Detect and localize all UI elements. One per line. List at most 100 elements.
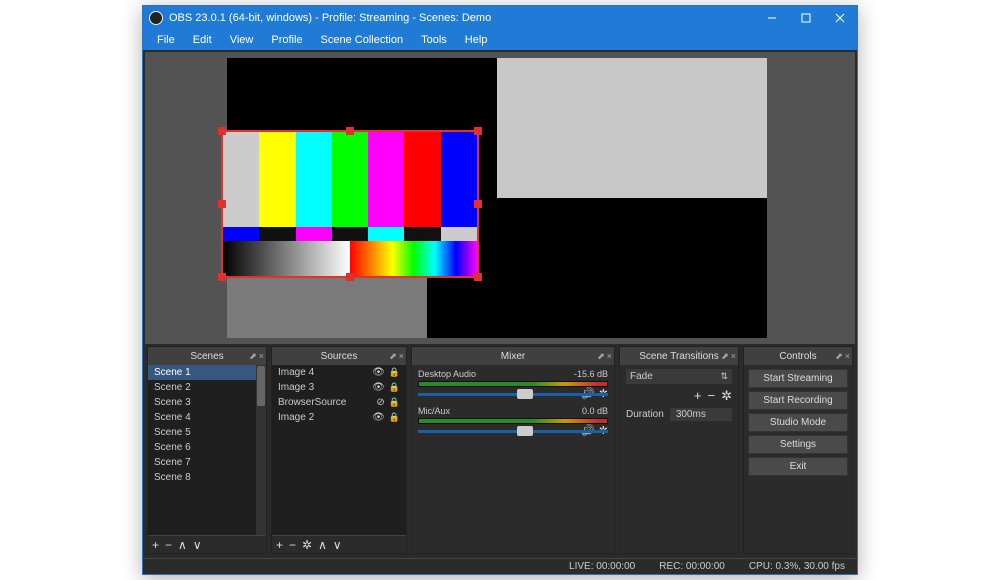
undock-icon[interactable]: ⬈ bbox=[249, 351, 257, 362]
resize-handle-icon[interactable] bbox=[474, 200, 482, 208]
menu-help[interactable]: Help bbox=[457, 32, 496, 48]
resize-handle-icon[interactable] bbox=[218, 127, 226, 135]
remove-source-button[interactable]: − bbox=[289, 538, 296, 552]
menu-view[interactable]: View bbox=[222, 32, 262, 48]
scene-item[interactable]: Scene 1 bbox=[148, 365, 256, 380]
mixer-channel: Mic/Aux0.0 dB🔊✲ bbox=[418, 406, 608, 437]
close-icon[interactable]: × bbox=[845, 351, 850, 362]
slider-knob[interactable] bbox=[517, 389, 533, 399]
scenes-panel: Scenes⬈× Scene 1Scene 2Scene 3Scene 4Sce… bbox=[147, 346, 267, 554]
undock-icon[interactable]: ⬈ bbox=[835, 351, 843, 362]
sources-panel: Sources⬈× Image 4👁🔒Image 3👁🔒BrowserSourc… bbox=[271, 346, 407, 554]
eye-icon[interactable]: 👁 bbox=[372, 412, 385, 423]
menu-file[interactable]: File bbox=[149, 32, 183, 48]
start-recording-button[interactable]: Start Recording bbox=[748, 391, 848, 410]
source-item[interactable]: Image 2 👁 🔒 bbox=[272, 410, 406, 425]
source-properties-button[interactable]: ✲ bbox=[302, 538, 312, 552]
scene-item[interactable]: Scene 6 bbox=[148, 440, 256, 455]
scene-item[interactable]: Scene 8 bbox=[148, 470, 256, 485]
lock-icon[interactable]: 🔒 bbox=[389, 412, 400, 423]
remove-scene-button[interactable]: − bbox=[165, 538, 172, 552]
sources-header: Sources⬈× bbox=[272, 347, 406, 365]
source-item[interactable]: Image 3 👁 🔒 bbox=[272, 380, 406, 395]
close-icon[interactable]: × bbox=[731, 351, 736, 362]
close-icon[interactable]: × bbox=[399, 351, 404, 362]
move-down-button[interactable]: ∨ bbox=[193, 538, 202, 552]
minimize-button[interactable] bbox=[755, 6, 789, 30]
resize-handle-icon[interactable] bbox=[474, 273, 482, 281]
undock-icon[interactable]: ⬈ bbox=[597, 351, 605, 362]
menu-profile[interactable]: Profile bbox=[263, 32, 310, 48]
scenes-header: Scenes⬈× bbox=[148, 347, 266, 365]
menu-edit[interactable]: Edit bbox=[185, 32, 220, 48]
mixer-header: Mixer⬈× bbox=[412, 347, 614, 365]
hidden-icon[interactable]: ⊘ bbox=[376, 397, 384, 408]
dock-panels: Scenes⬈× Scene 1Scene 2Scene 3Scene 4Sce… bbox=[145, 344, 855, 556]
lock-icon[interactable]: 🔒 bbox=[389, 367, 400, 378]
close-icon[interactable]: × bbox=[607, 351, 612, 362]
eye-icon[interactable]: 👁 bbox=[372, 382, 385, 393]
source-item[interactable]: BrowserSource⊘🔒 bbox=[272, 395, 406, 410]
move-up-button[interactable]: ∧ bbox=[178, 538, 187, 552]
scene-item[interactable]: Scene 4 bbox=[148, 410, 256, 425]
exit-button[interactable]: Exit bbox=[748, 457, 848, 476]
scene-item[interactable]: Scene 2 bbox=[148, 380, 256, 395]
duration-field[interactable]: 300ms bbox=[670, 408, 732, 421]
channel-name: Mic/Aux bbox=[418, 406, 450, 416]
obs-logo-icon bbox=[149, 11, 163, 25]
undock-icon[interactable]: ⬈ bbox=[721, 351, 729, 362]
maximize-button[interactable] bbox=[789, 6, 823, 30]
sources-list[interactable]: Image 4👁🔒Image 3👁🔒BrowserSource⊘🔒Image 2… bbox=[272, 365, 406, 535]
chevron-updown-icon: ⇅ bbox=[720, 371, 728, 382]
transition-properties-button[interactable]: ✲ bbox=[721, 388, 732, 404]
resize-handle-icon[interactable] bbox=[346, 273, 354, 281]
preview-area[interactable] bbox=[145, 52, 855, 344]
scene-item[interactable]: Scene 7 bbox=[148, 455, 256, 470]
lock-icon[interactable]: 🔒 bbox=[389, 382, 400, 393]
source-name: Image 2 bbox=[278, 412, 314, 423]
audio-meter bbox=[418, 381, 608, 387]
start-streaming-button[interactable]: Start Streaming bbox=[748, 369, 848, 388]
scene-item[interactable]: Scene 5 bbox=[148, 425, 256, 440]
studio-mode-button[interactable]: Studio Mode bbox=[748, 413, 848, 432]
scenes-list[interactable]: Scene 1Scene 2Scene 3Scene 4Scene 5Scene… bbox=[148, 365, 256, 535]
remove-transition-button[interactable]: − bbox=[708, 388, 716, 404]
move-down-button[interactable]: ∨ bbox=[333, 538, 342, 552]
scrollbar[interactable] bbox=[256, 365, 266, 535]
menu-tools[interactable]: Tools bbox=[413, 32, 455, 48]
add-scene-button[interactable]: + bbox=[152, 538, 159, 552]
transition-select[interactable]: Fade⇅ bbox=[626, 369, 732, 384]
resize-handle-icon[interactable] bbox=[346, 127, 354, 135]
close-icon[interactable]: × bbox=[259, 351, 264, 362]
controls-panel: Controls⬈× Start StreamingStart Recordin… bbox=[743, 346, 853, 554]
source-bg-light bbox=[497, 58, 767, 198]
slider-knob[interactable] bbox=[517, 426, 533, 436]
source-name: Image 3 bbox=[278, 382, 314, 393]
cpu-status: CPU: 0.3%, 30.00 fps bbox=[749, 561, 845, 572]
preview-canvas[interactable] bbox=[227, 58, 767, 338]
close-button[interactable] bbox=[823, 6, 857, 30]
rec-status: REC: 00:00:00 bbox=[659, 561, 725, 572]
move-up-button[interactable]: ∧ bbox=[318, 538, 327, 552]
menubar: File Edit View Profile Scene Collection … bbox=[143, 30, 857, 50]
statusbar: LIVE: 00:00:00 REC: 00:00:00 CPU: 0.3%, … bbox=[143, 558, 857, 574]
settings-button[interactable]: Settings bbox=[748, 435, 848, 454]
source-item[interactable]: Image 4👁🔒 bbox=[272, 365, 406, 380]
eye-icon[interactable]: 👁 bbox=[372, 367, 385, 378]
lock-icon[interactable]: 🔒 bbox=[389, 397, 400, 408]
resize-handle-icon[interactable] bbox=[474, 127, 482, 135]
titlebar[interactable]: OBS 23.0.1 (64-bit, windows) - Profile: … bbox=[143, 6, 857, 30]
menu-scene-collection[interactable]: Scene Collection bbox=[313, 32, 412, 48]
volume-slider[interactable] bbox=[418, 393, 608, 396]
resize-handle-icon[interactable] bbox=[218, 273, 226, 281]
resize-handle-icon[interactable] bbox=[218, 200, 226, 208]
volume-slider[interactable] bbox=[418, 430, 608, 433]
selected-source[interactable] bbox=[221, 130, 479, 278]
add-transition-button[interactable]: + bbox=[694, 388, 702, 404]
undock-icon[interactable]: ⬈ bbox=[389, 351, 397, 362]
mixer-panel: Mixer⬈× Desktop Audio-15.6 dB🔊✲Mic/Aux0.… bbox=[411, 346, 615, 554]
add-source-button[interactable]: + bbox=[276, 538, 283, 552]
live-status: LIVE: 00:00:00 bbox=[569, 561, 635, 572]
scene-item[interactable]: Scene 3 bbox=[148, 395, 256, 410]
channel-level: 0.0 dB bbox=[582, 406, 608, 416]
